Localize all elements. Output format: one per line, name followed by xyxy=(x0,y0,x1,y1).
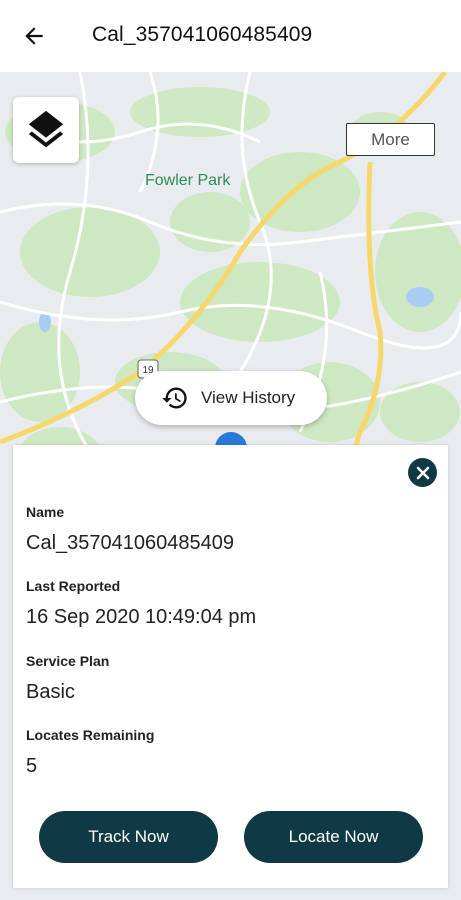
back-button[interactable] xyxy=(14,16,54,56)
more-button[interactable]: More xyxy=(346,123,435,156)
page-title: Cal_357041060485409 xyxy=(92,23,313,46)
layers-icon xyxy=(28,110,64,148)
locate-now-button[interactable]: Locate Now xyxy=(244,811,423,863)
service-plan-label: Service Plan xyxy=(26,653,110,669)
view-history-label: View History xyxy=(201,388,296,407)
last-reported-value: 16 Sep 2020 10:49:04 pm xyxy=(26,606,257,628)
name-label: Name xyxy=(26,504,65,520)
app-bar: Cal_357041060485409 xyxy=(0,0,461,72)
close-panel-button[interactable] xyxy=(408,458,437,487)
name-value: Cal_357041060485409 xyxy=(26,532,234,554)
layers-button[interactable] xyxy=(13,97,79,163)
locates-remaining-value: 5 xyxy=(26,755,38,777)
locates-remaining-label: Locates Remaining xyxy=(26,727,155,743)
track-now-button[interactable]: Track Now xyxy=(39,811,218,863)
last-reported-label: Last Reported xyxy=(26,578,121,594)
close-icon xyxy=(416,466,429,479)
history-icon xyxy=(162,387,187,409)
service-plan-value: Basic xyxy=(26,681,75,703)
view-history-button[interactable]: View History xyxy=(135,371,327,425)
arrow-left-icon xyxy=(25,27,43,45)
park-label: Fowler Park xyxy=(145,172,231,189)
